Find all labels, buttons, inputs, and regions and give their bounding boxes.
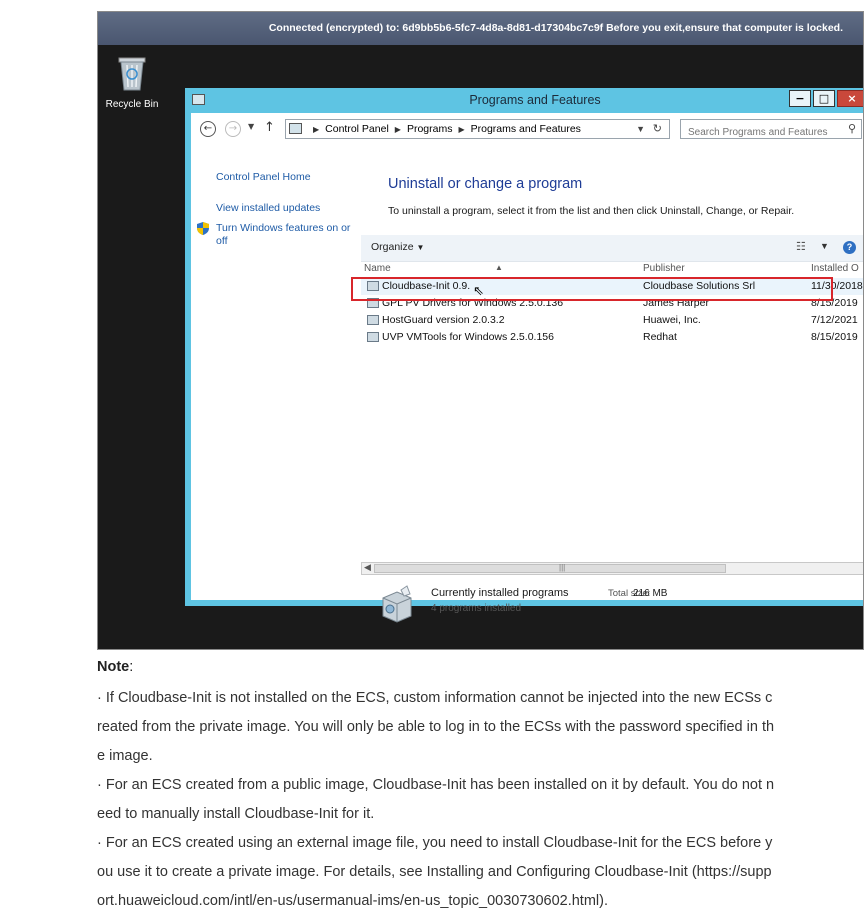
column-publisher[interactable]: Publisher [643, 263, 685, 274]
program-publisher: Huawei, Inc. [643, 314, 701, 326]
chevron-down-icon[interactable]: ▼ [636, 120, 645, 138]
page-title: Uninstall or change a program [388, 176, 583, 192]
program-publisher: Redhat [643, 331, 677, 343]
shield-icon [197, 222, 209, 235]
search-field[interactable]: ⚲ [680, 119, 862, 142]
organize-button[interactable]: Organize ▼ [371, 241, 424, 253]
title-bar[interactable]: Programs and Features − □ × [185, 88, 863, 113]
connection-bar: Connected (encrypted) to: 6d9bb5b6-5fc7-… [98, 12, 863, 45]
main-pane: Uninstall or change a program To uninsta… [351, 149, 863, 623]
view-installed-updates-link[interactable]: View installed updates [216, 202, 320, 214]
note-colon: : [129, 659, 134, 675]
breadcrumb: ▶ Control Panel ▶ Programs ▶ Programs and Fea… [307, 120, 581, 139]
status-title: Currently installed programs [431, 587, 569, 599]
window-title: Programs and Features [469, 93, 601, 107]
column-name[interactable]: Name [364, 263, 391, 274]
instructions-text: To uninstall a program, select it from t… [388, 205, 795, 217]
organize-label: Organize [371, 241, 414, 253]
chevron-down-icon: ▼ [416, 243, 425, 252]
column-installed-on[interactable]: Installed O [811, 263, 859, 274]
address-bar[interactable]: ▶ Control Panel ▶ Programs ▶ Programs and Fea… [285, 119, 670, 139]
note-body: · If Cloudbase-Init is not installed on … [97, 684, 777, 916]
recycle-bin[interactable]: Recycle Bin [102, 52, 162, 110]
note-item: · For an ECS created using an external i… [97, 835, 773, 909]
view-options-icon[interactable]: ☷ [796, 240, 806, 253]
note-title: Note [97, 659, 130, 675]
table-row[interactable]: HostGuard version 2.0.3.2 Huawei, Inc. 7… [361, 312, 863, 329]
control-panel-home-link[interactable]: Control Panel Home [216, 171, 311, 183]
window-client-area: ← → ▼ ↑ ▶ Control Panel ▶ Programs ▶ Programs… [191, 113, 863, 623]
back-arrow-icon[interactable]: ← [200, 121, 216, 137]
recycle-bin-label: Recycle Bin [105, 99, 159, 110]
recent-pages-chevron-icon[interactable]: ▼ [248, 122, 254, 131]
table-row[interactable]: UVP VMTools for Windows 2.5.0.156 Redhat… [361, 329, 863, 346]
grip-icon: ||| [559, 563, 566, 572]
up-arrow-icon[interactable]: ↑ [264, 120, 275, 135]
program-icon [367, 315, 379, 325]
sort-ascending-icon: ▲ [495, 263, 503, 272]
forward-arrow-icon[interactable]: → [225, 121, 241, 137]
note-heading: Note: [97, 659, 133, 675]
scroll-left-icon[interactable]: ◀ [364, 562, 371, 573]
program-icon [367, 332, 379, 342]
installer-box-icon [382, 585, 412, 623]
column-header: Name ▲ Publisher Installed O [361, 261, 863, 275]
horizontal-scrollbar[interactable]: ◀ ||| [361, 562, 863, 575]
breadcrumb-programs-and-features[interactable]: Programs and Features [471, 123, 581, 135]
refresh-icon[interactable]: ↻ [653, 120, 662, 138]
total-size-value: 216 MB [633, 588, 668, 599]
program-name: UVP VMTools for Windows 2.5.0.156 [382, 331, 554, 343]
status-panel: Currently installed programs Total size:… [361, 579, 863, 623]
breadcrumb-chevron-icon: ▶ [458, 125, 465, 134]
breadcrumb-chevron-icon: ▶ [394, 125, 401, 134]
help-icon[interactable]: ? [843, 241, 856, 254]
breadcrumb-control-panel[interactable]: Control Panel [325, 123, 389, 135]
minimize-button[interactable]: − [789, 90, 811, 107]
chevron-down-icon[interactable]: ▼ [820, 241, 829, 251]
program-name: HostGuard version 2.0.3.2 [382, 314, 505, 326]
program-installed-on: 8/15/2019 [811, 331, 858, 343]
program-count: 4 programs installed [431, 603, 522, 614]
left-task-pane: Control Panel Home View installed update… [191, 149, 361, 600]
scrollbar-thumb[interactable]: ||| [374, 563, 726, 573]
breadcrumb-chevron-icon: ▶ [313, 125, 320, 134]
remote-desktop-screenshot: Connected (encrypted) to: 6d9bb5b6-5fc7-… [97, 11, 864, 650]
note-item: · For an ECS created from a public image… [97, 777, 775, 822]
recycle-bin-icon [118, 57, 146, 91]
highlight-annotation [351, 277, 833, 301]
program-installed-on: 7/12/2021 [811, 314, 858, 326]
windows-features-link[interactable]: Turn Windows features on or off [216, 222, 356, 248]
note-item: · If Cloudbase-Init is not installed on … [97, 690, 775, 764]
maximize-button[interactable]: □ [813, 90, 835, 107]
control-panel-icon [289, 123, 302, 134]
search-input[interactable] [686, 123, 840, 142]
close-button[interactable]: × [837, 90, 863, 107]
mouse-cursor-icon: ⇖ [473, 283, 484, 298]
breadcrumb-programs[interactable]: Programs [407, 123, 453, 135]
search-icon[interactable]: ⚲ [848, 122, 856, 135]
navigation-bar: ← → ▼ ↑ ▶ Control Panel ▶ Programs ▶ Programs… [191, 113, 863, 149]
programs-and-features-window: Programs and Features − □ × ← → ▼ ↑ ▶ Con… [185, 88, 863, 623]
toolbar: Organize ▼ ☷ ▼ ? [361, 235, 863, 262]
